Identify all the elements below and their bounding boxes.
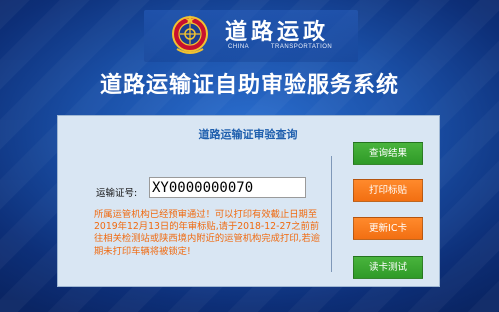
review-notice: 所属运管机构已经预审通过！可以打印有效截止日期至2019年12月13日的年审标贴… xyxy=(94,209,321,257)
transport-cert-input[interactable] xyxy=(149,177,306,198)
query-panel: 道路运输证审验查询 运输证号: 所属运管机构已经预审通过！可以打印有效截止日期至… xyxy=(57,115,440,287)
update-ic-card-button[interactable]: 更新IC卡 xyxy=(353,217,423,240)
panel-title: 道路运输证审验查询 xyxy=(198,128,298,141)
query-result-button[interactable]: 查询结果 xyxy=(353,142,423,165)
print-label-button[interactable]: 打印标贴 xyxy=(353,179,423,202)
brand-name-cn: 道路运政 xyxy=(225,20,330,45)
transport-emblem-icon xyxy=(172,15,208,54)
brand-name-en: CHINA TRANSPORTATION xyxy=(228,44,333,50)
panel-divider xyxy=(331,156,332,272)
transport-cert-label: 运输证号: xyxy=(96,188,138,199)
read-card-test-button[interactable]: 读卡测试 xyxy=(353,256,423,279)
system-title: 道路运输证自助审验服务系统 xyxy=(99,73,399,98)
